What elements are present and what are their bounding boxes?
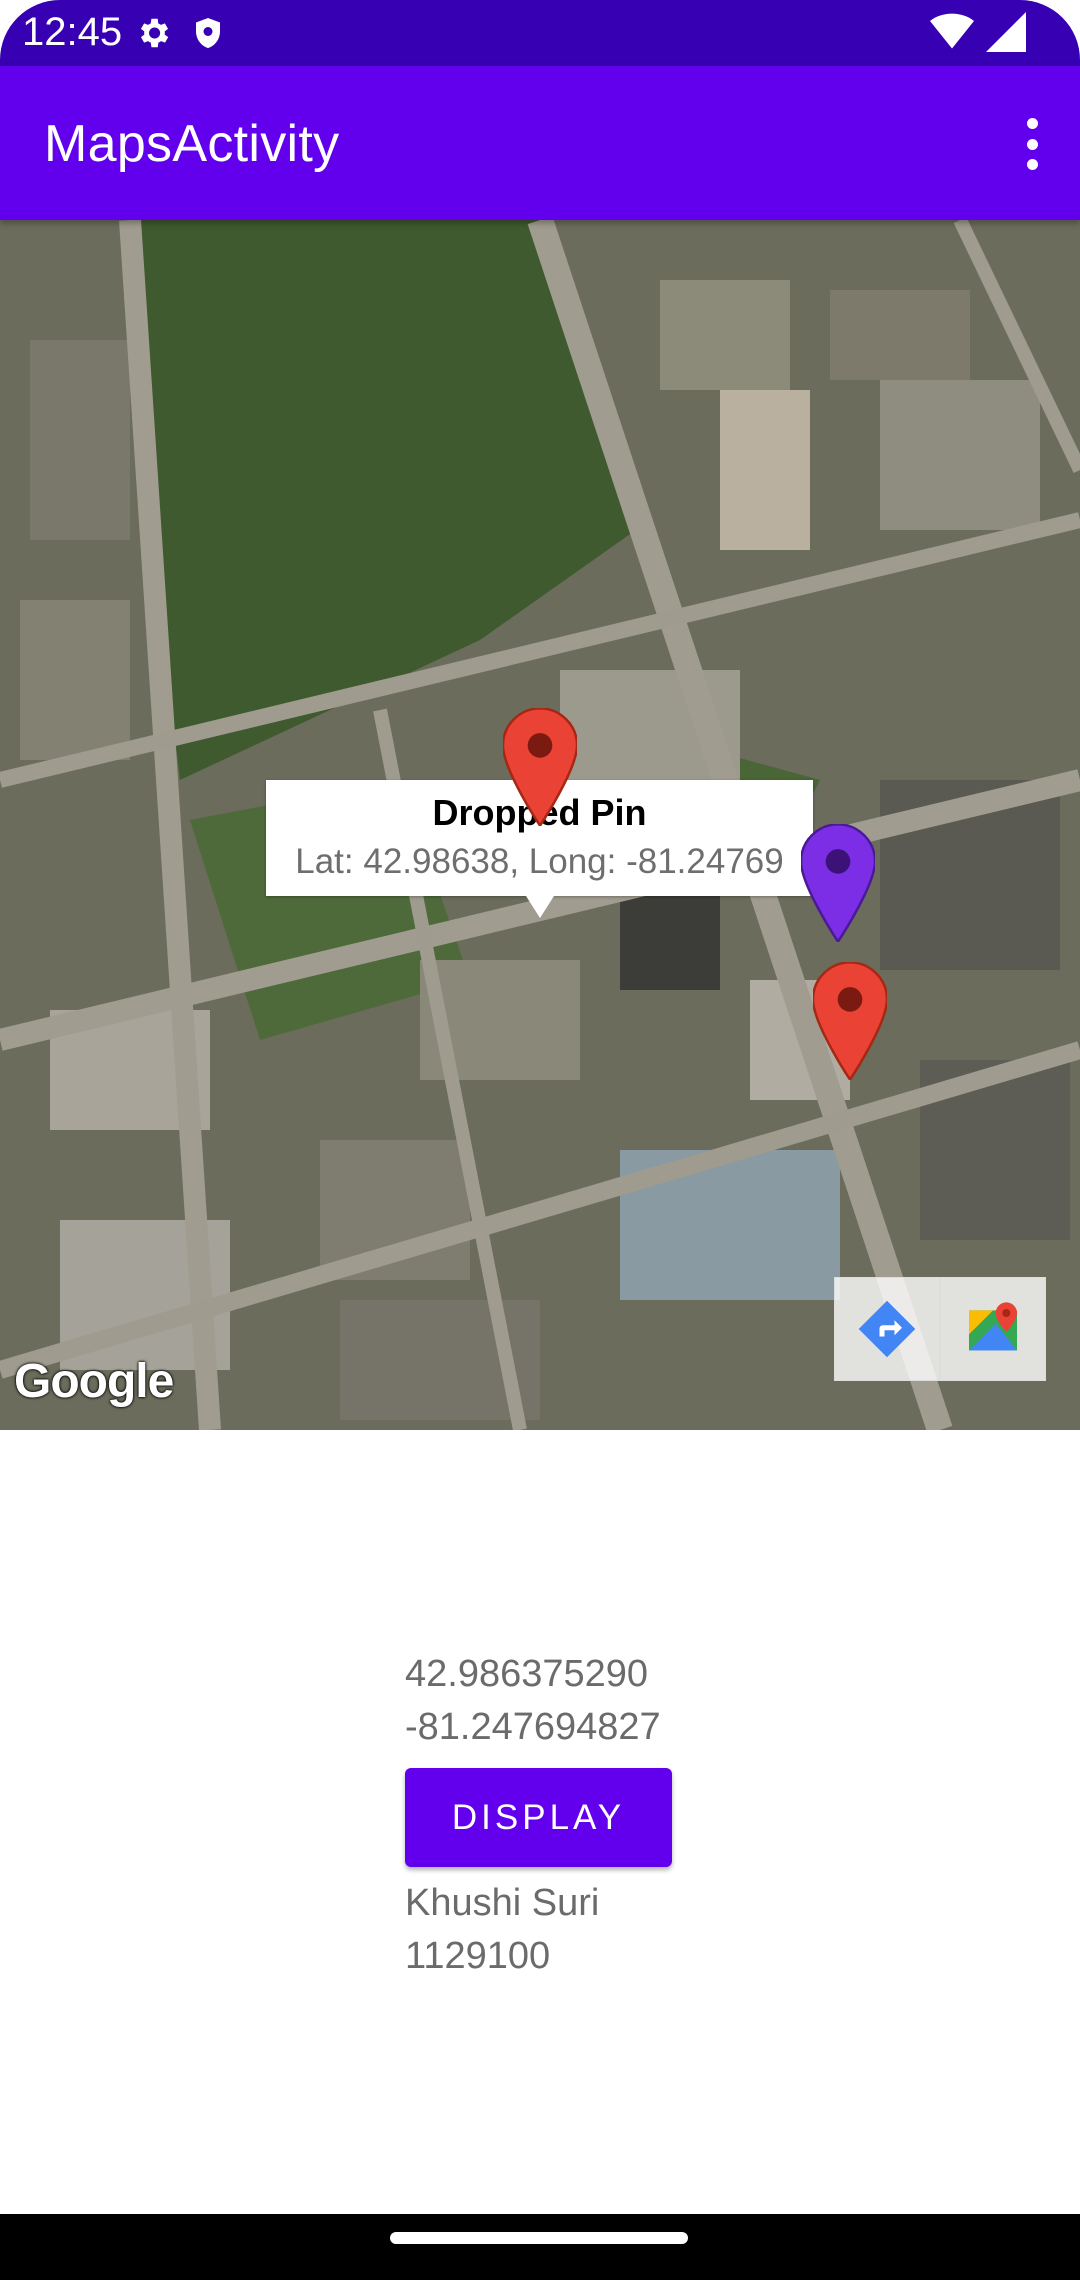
map-view[interactable]: Dropped Pin Lat: 42.98638, Long: -81.247… (0, 220, 1080, 1430)
app-title: MapsActivity (44, 115, 340, 173)
cellular-signal-icon (986, 12, 1026, 57)
status-bar: 12:45 (0, 0, 1080, 66)
name-text: Khushi Suri (405, 1882, 600, 1924)
home-gesture-handle[interactable] (390, 2232, 688, 2244)
map-marker-purple[interactable] (799, 823, 877, 944)
wifi-icon (930, 12, 974, 57)
google-maps-icon[interactable] (940, 1277, 1046, 1381)
longitude-text: -81.247694827 (405, 1706, 661, 1748)
more-vert-icon[interactable] (1012, 114, 1052, 174)
app-bar: MapsActivity (0, 66, 1080, 220)
student-id-text: 1129100 (405, 1935, 551, 1977)
shield-icon (190, 14, 226, 57)
info-window-snippet: Lat: 42.98638, Long: -81.24769 (295, 842, 784, 881)
map-marker-red-selected[interactable] (501, 707, 579, 828)
screen: 12:45 MapsActivity Dropped Pin Lat: 42.9… (0, 0, 1080, 2280)
gear-icon (134, 14, 172, 57)
latitude-text: 42.986375290 (405, 1653, 649, 1695)
google-logo: Google (14, 1355, 174, 1408)
display-button[interactable]: DISPLAY (405, 1768, 672, 1867)
map-marker-red[interactable] (811, 961, 889, 1082)
content-area: 42.986375290 -81.247694827 DISPLAY Khush… (405, 1648, 672, 1983)
map-toolbar (834, 1277, 1046, 1381)
navigation-bar (0, 2214, 1080, 2280)
status-time: 12:45 (22, 10, 123, 54)
directions-icon[interactable] (834, 1277, 940, 1381)
